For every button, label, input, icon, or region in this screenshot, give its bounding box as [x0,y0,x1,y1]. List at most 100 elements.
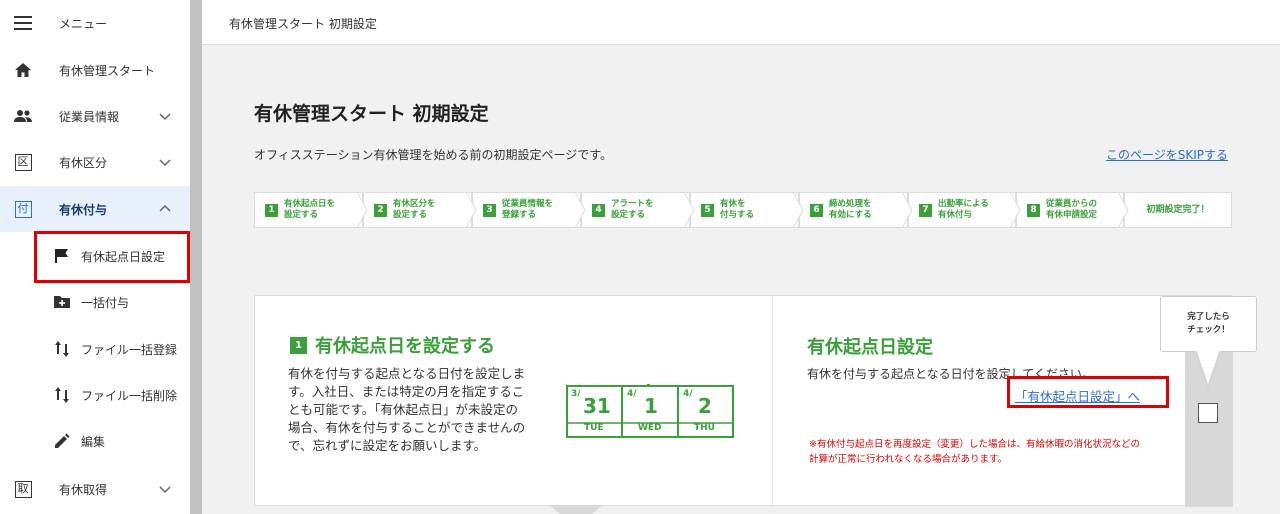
step-1[interactable]: 1 有休起点日を 設定する [254,192,363,228]
sidebar-subitem-file-register[interactable]: ファイル一括登録 [0,326,190,372]
sort-arrows-icon [52,385,72,405]
app-root: メニュー 有休管理スタート 従業員情報 区 有休区分 付 有休付与 有休起点日設… [0,0,1280,514]
highlight-box [34,231,190,283]
sidebar-item-leave-taken[interactable]: 取 有休取得 [0,466,190,512]
chevron-up-icon[interactable] [158,202,172,216]
card-step-number: 1 [290,336,307,354]
step-chevron-icon [575,192,586,228]
tori-box-icon: 取 [13,479,33,499]
card-pointer-arrow [549,505,603,514]
step-label: 初期設定完了！ [1146,204,1210,215]
step-chevron-icon [793,192,804,228]
calendar-day: 1 [644,394,658,418]
warning-note: ※有休付与起点日を再度設定（変更）した場合は、有給休暇の消化状況などの計算が正常… [809,439,1140,465]
page-title: 有休管理スタート 初期設定 [254,103,489,125]
menu-label: メニュー [59,16,108,31]
step-label: アラートを 設定する [611,199,654,220]
card-body-text: 有休を付与する起点となる日付を設定します。入社日、または特定の月を指定することも… [288,366,526,453]
step-8[interactable]: 8 従業員からの 有休申請設定 [1016,192,1124,228]
home-icon [13,60,33,80]
sidebar-subitem-bulk-grant[interactable]: 一括付与 [0,279,190,325]
sidebar-item-label: 有休管理スタート [59,63,156,78]
sidebar-subitem-label: 一括付与 [81,295,130,310]
tooltip-line: 完了したら [1187,312,1230,322]
step-3[interactable]: 3 従業員情報を 登録する [472,192,581,228]
sidebar-subitem-label: 編集 [81,434,106,449]
step-chevron-icon [684,192,695,228]
ku-box-icon: 区 [13,152,33,172]
menu-toggle[interactable]: メニュー [0,0,190,46]
chevron-down-icon[interactable] [158,109,172,123]
sidebar-subitem-file-delete[interactable]: ファイル一括削除 [0,372,190,418]
step-number: 5 [701,203,714,217]
step-label: 有休を 付与する [720,199,755,220]
top-bar: 有休管理スタート 初期設定 [202,0,1280,45]
sidebar-item-leave-grant[interactable]: 付 有休付与 [0,186,190,232]
sidebar-subitem-edit[interactable]: 編集 [0,418,190,464]
step-number: 3 [483,203,496,217]
step-label: 従業員情報を 登録する [502,199,554,220]
sidebar: メニュー 有休管理スタート 従業員情報 区 有休区分 付 有休付与 有休起点日設… [0,0,190,514]
highlight-box [1007,376,1169,408]
step-6[interactable]: 6 締め処理を 有効にする [799,192,908,228]
sidebar-item-leave-start[interactable]: 有休管理スタート [0,47,190,93]
step-number: 8 [1027,203,1040,217]
calendar-weekday: WED [638,423,662,433]
card-title-text: 有休起点日を設定する [315,336,495,357]
step-chevron-icon [1010,192,1021,228]
page-description: オフィスステーション有休管理を始める前の初期設定ページです。 [254,148,613,162]
completion-checkbox[interactable] [1198,403,1218,423]
step-number: 2 [374,203,387,217]
sidebar-scrollbar[interactable] [190,0,202,514]
step-chevron-icon [1118,192,1129,228]
calendar-day: 31 [583,394,611,418]
step-complete[interactable]: 初期設定完了！ [1124,192,1232,228]
calendar-month: 4/ [683,389,693,399]
step-chevron-icon [902,192,913,228]
sidebar-item-label: 有休取得 [59,482,108,497]
fu-box-icon: 付 [13,199,33,219]
sidebar-item-label: 従業員情報 [59,109,120,124]
step-2[interactable]: 2 有休区分を 設定する [363,192,472,228]
step-chevron-icon [357,192,368,228]
check-tooltip: 完了したら チェック！ [1160,296,1257,352]
step-number: 7 [919,203,932,217]
tooltip-line: チェック！ [1187,325,1230,335]
calendar-weekday: THU [694,423,715,433]
sidebar-item-employee-info[interactable]: 従業員情報 [0,93,190,139]
sidebar-item-label: 有休付与 [59,202,108,217]
sidebar-subitem-label: ファイル一括登録 [81,342,178,357]
setup-card: 1 有休起点日を設定する 有休を付与する起点となる日付を設定します。入社日、また… [254,295,1233,507]
calendar-weekday: TUE [584,423,604,433]
step-5[interactable]: 5 有休を 付与する [690,192,799,228]
start-date-title: 有休起点日設定 [807,337,933,358]
step-number: 4 [592,203,605,217]
tooltip-tail [1196,351,1220,387]
card-title: 1 有休起点日を設定する [290,332,495,358]
step-number: 1 [265,203,278,217]
card-divider [772,296,773,507]
pencil-icon [52,431,72,451]
chevron-down-icon[interactable] [158,482,172,496]
step-label: 有休区分を 設定する [393,199,436,220]
calendar-day: 2 [698,394,712,418]
step-7[interactable]: 7 出勤率による 有休付与 [908,192,1016,228]
sidebar-item-leave-category[interactable]: 区 有休区分 [0,139,190,185]
calendar-month: 4/ [627,389,637,399]
chevron-down-icon[interactable] [158,155,172,169]
sidebar-subitem-label: ファイル一括削除 [81,388,178,403]
hamburger-icon[interactable] [13,13,33,33]
sidebar-item-label: 有休区分 [59,155,108,170]
sort-arrows-icon [52,339,72,359]
step-label: 有休起点日を 設定する [284,199,336,220]
step-label: 出勤率による 有休付与 [938,199,989,220]
calendar-month: 3/ [571,389,581,399]
step-chevron-icon [466,192,477,228]
step-label: 締め処理を 有効にする [829,199,872,220]
step-label: 従業員からの 有休申請設定 [1046,199,1098,220]
skip-page-link[interactable]: このページをSKIPする [1106,146,1228,163]
people-icon [13,106,33,126]
step-progress: 1 有休起点日を 設定する 2 有休区分を 設定する 3 従業員情報を 登録する 4 … [254,192,1232,228]
step-4[interactable]: 4 アラートを 設定する [581,192,690,228]
folder-plus-icon [52,292,72,312]
